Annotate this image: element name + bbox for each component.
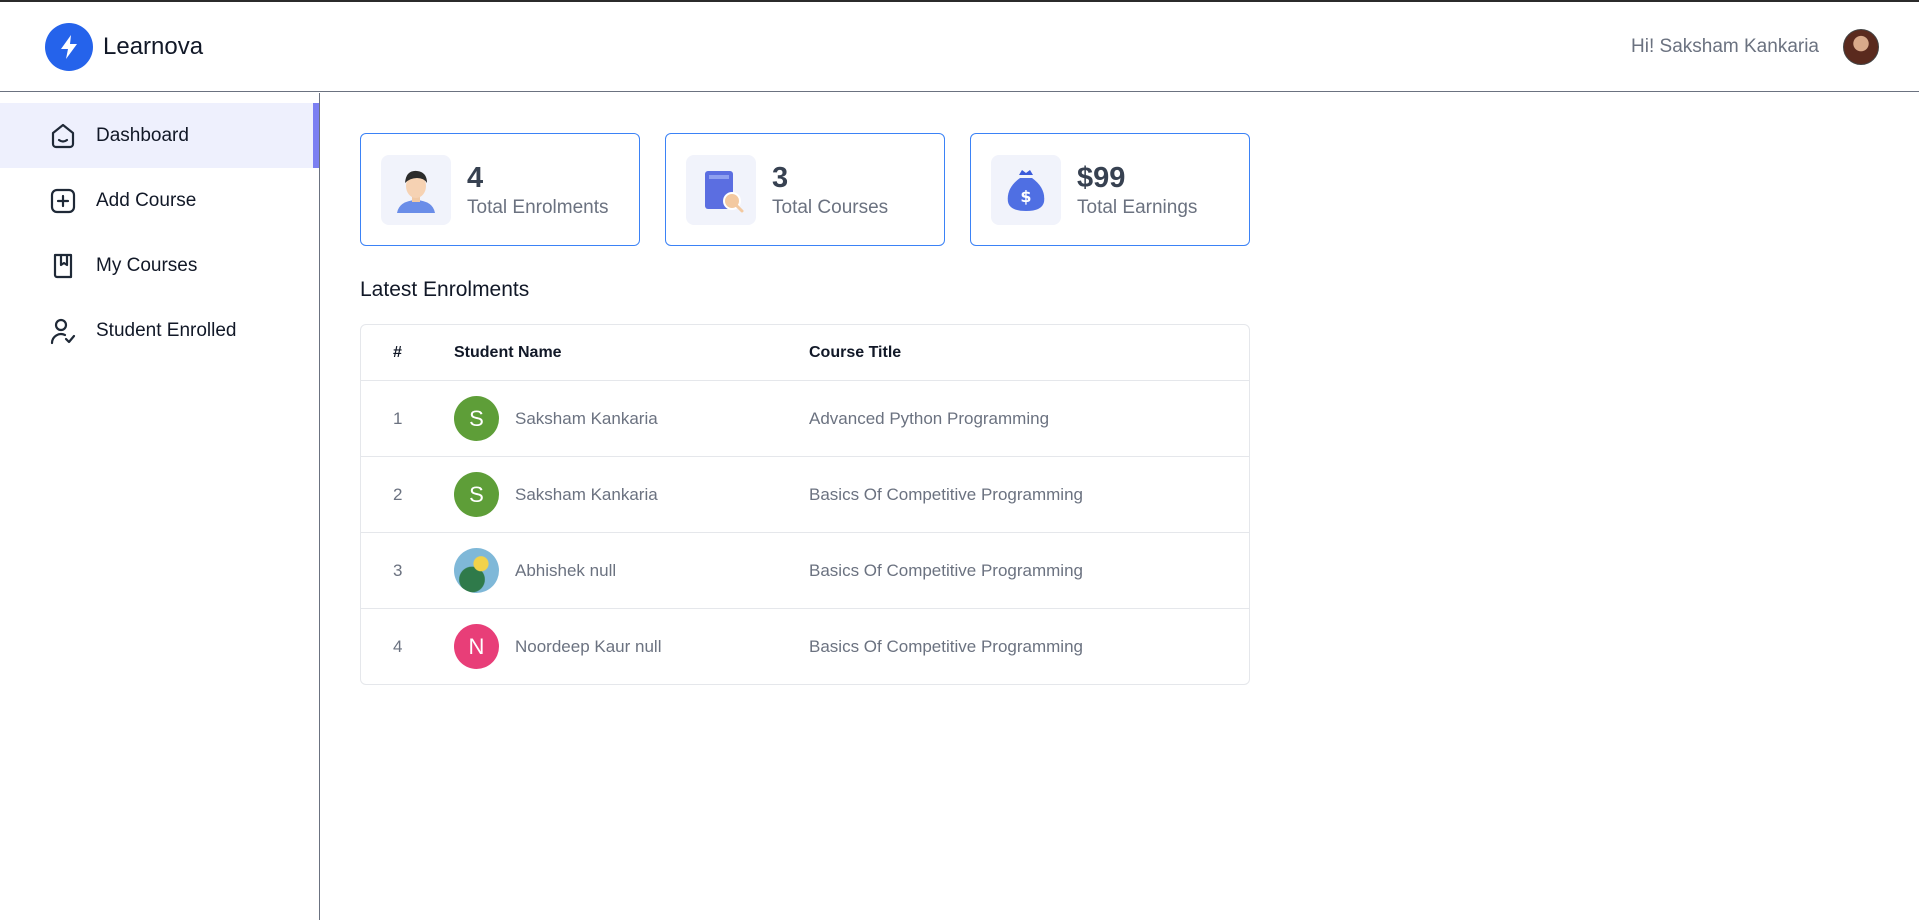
stat-card-courses: 3 Total Courses	[665, 133, 945, 246]
student-avatar-icon	[381, 154, 451, 225]
stat-label: Total Earnings	[1077, 196, 1198, 218]
svg-text:$: $	[1020, 187, 1031, 206]
avatar: S	[454, 472, 499, 517]
stat-label: Total Enrolments	[467, 196, 609, 218]
avatar: N	[454, 624, 499, 669]
student-cell: N Noordeep Kaur null	[454, 624, 809, 669]
app-name: Learnova	[103, 32, 204, 60]
user-check-icon	[48, 316, 78, 346]
row-number: 2	[393, 484, 403, 504]
lightning-logo-icon	[45, 22, 93, 71]
sidebar-item-dashboard[interactable]: Dashboard	[0, 103, 319, 168]
sidebar-item-add-course[interactable]: Add Course	[0, 168, 319, 233]
student-name: Saksham Kankaria	[515, 484, 658, 504]
bookmark-book-icon	[48, 251, 78, 281]
row-number: 4	[393, 636, 403, 656]
student-cell: Abhishek null	[454, 548, 809, 593]
table-header: # Student Name Course Title	[361, 325, 1249, 380]
user-area: Hi! Saksham Kankaria	[1631, 28, 1879, 65]
column-header: Student Name	[454, 343, 562, 361]
student-name: Noordeep Kaur null	[515, 636, 662, 656]
money-bag-icon: $	[991, 154, 1061, 225]
sidebar-item-label: Add Course	[96, 189, 197, 211]
avatar	[454, 548, 499, 593]
add-square-icon	[48, 186, 78, 216]
stats-cards: 4 Total Enrolments 3 Total Courses $ $99…	[360, 133, 1250, 246]
stat-value: 3	[772, 161, 789, 194]
course-title: Basics Of Competitive Programming	[809, 560, 1083, 580]
section-title: Latest Enrolments	[360, 278, 530, 301]
column-header: #	[393, 343, 402, 361]
column-header: Course Title	[809, 343, 902, 361]
sidebar-item-my-courses[interactable]: My Courses	[0, 233, 319, 298]
table-row[interactable]: 4 N Noordeep Kaur null Basics Of Competi…	[361, 608, 1249, 684]
course-title: Basics Of Competitive Programming	[809, 484, 1083, 504]
sidebar: Dashboard Add Course My Courses Student …	[0, 93, 320, 920]
stat-value: $99	[1077, 161, 1126, 194]
home-icon	[48, 121, 78, 151]
brand[interactable]: Learnova	[45, 22, 204, 71]
top-header: Learnova Hi! Saksham Kankaria	[0, 2, 1919, 92]
book-search-icon	[686, 154, 756, 225]
user-avatar[interactable]	[1843, 28, 1879, 65]
user-greeting: Hi! Saksham Kankaria	[1631, 35, 1819, 57]
avatar: S	[454, 396, 499, 441]
course-title: Advanced Python Programming	[809, 408, 1050, 428]
student-name: Saksham Kankaria	[515, 408, 658, 428]
table-row[interactable]: 2 S Saksham Kankaria Basics Of Competiti…	[361, 456, 1249, 532]
enrolments-table: # Student Name Course Title 1 S Saksham …	[360, 324, 1250, 685]
table-row[interactable]: 3 Abhishek null Basics Of Competitive Pr…	[361, 532, 1249, 608]
stat-card-enrolments: 4 Total Enrolments	[360, 133, 640, 246]
student-cell: S Saksham Kankaria	[454, 472, 809, 517]
sidebar-item-label: Student Enrolled	[96, 319, 237, 341]
table-row[interactable]: 1 S Saksham Kankaria Advanced Python Pro…	[361, 380, 1249, 456]
stat-value: 4	[467, 161, 484, 194]
row-number: 3	[393, 560, 403, 580]
sidebar-item-label: Dashboard	[96, 124, 189, 146]
sidebar-item-label: My Courses	[96, 254, 198, 276]
student-name: Abhishek null	[515, 560, 617, 580]
main-content: 4 Total Enrolments 3 Total Courses $ $99…	[360, 133, 1250, 685]
row-number: 1	[393, 408, 403, 428]
stat-label: Total Courses	[772, 196, 889, 218]
student-cell: S Saksham Kankaria	[454, 396, 809, 441]
stat-card-earnings: $ $99 Total Earnings	[970, 133, 1250, 246]
course-title: Basics Of Competitive Programming	[809, 636, 1083, 656]
sidebar-item-student-enrolled[interactable]: Student Enrolled	[0, 298, 319, 363]
